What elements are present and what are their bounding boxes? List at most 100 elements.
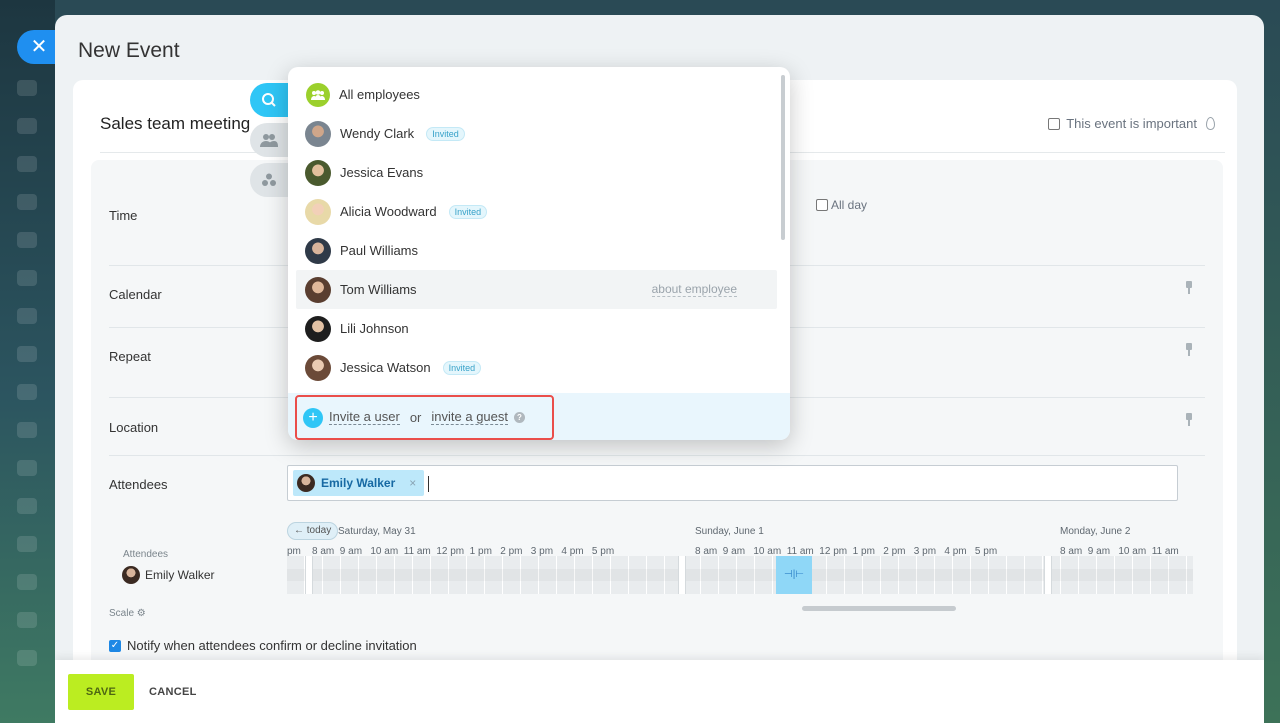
background-menu-icon — [17, 346, 37, 362]
save-button[interactable]: SAVE — [68, 674, 134, 710]
item-name: Lili Johnson — [340, 321, 409, 336]
attendees-label: Attendees — [109, 477, 168, 492]
avatar — [305, 315, 331, 342]
day-gap — [305, 556, 313, 594]
event-name-field[interactable]: Sales team meeting — [100, 114, 250, 134]
background-menu-icon — [17, 650, 37, 666]
background-sidebar — [0, 0, 55, 723]
important-checkbox[interactable] — [1048, 117, 1061, 130]
scale-label: Scale — [109, 608, 135, 619]
background-menu-icon — [17, 308, 37, 324]
item-name: Paul Williams — [340, 243, 419, 258]
background-menu-icon — [17, 80, 37, 96]
invite-guest-link[interactable]: invite a guest — [431, 410, 508, 425]
footer-bar: SAVE CANCEL — [55, 660, 1264, 723]
selected-time-slot[interactable]: ⊣|⊢ — [776, 556, 812, 594]
item-name: Jessica Watson — [340, 360, 431, 375]
background-menu-icon — [17, 194, 37, 210]
location-label: Location — [109, 420, 159, 435]
background-menu-icon — [17, 384, 37, 400]
schedule-scrollbar[interactable] — [802, 606, 956, 611]
all-day-checkbox[interactable] — [816, 199, 828, 211]
pin-icon[interactable] — [1185, 343, 1193, 356]
schedule-attendee-name: Emily Walker — [145, 568, 215, 582]
background-menu-icon — [17, 536, 37, 552]
item-name: Tom Williams — [340, 282, 417, 297]
background-menu-icon — [17, 574, 37, 590]
background-menu-icon — [17, 156, 37, 172]
list-item[interactable]: Wendy Clark Invited — [296, 114, 777, 153]
cancel-button[interactable]: CANCEL — [149, 674, 197, 710]
help-icon[interactable]: ? — [514, 412, 525, 423]
text-caret — [428, 476, 429, 492]
schedule-date: Saturday, May 31 — [338, 526, 416, 537]
scale-control[interactable]: Scale ⚙ — [109, 608, 146, 619]
all-day-toggle[interactable]: All day — [816, 198, 867, 212]
or-text: or — [409, 410, 422, 425]
background-menu-icon — [17, 270, 37, 286]
popup-scrollbar[interactable] — [781, 75, 785, 240]
attendee-selector-popup: All employees Wendy Clark Invited Jessic… — [288, 67, 790, 440]
schedule-date: Sunday, June 1 — [695, 526, 764, 537]
day-gap — [678, 556, 686, 594]
invite-actions: + Invite a user or invite a guest ? — [295, 395, 554, 440]
grid-band — [287, 569, 1193, 581]
pin-icon[interactable] — [1185, 413, 1193, 426]
day-gap — [1044, 556, 1052, 594]
item-name: Jessica Evans — [340, 165, 424, 180]
repeat-label: Repeat — [109, 349, 151, 364]
avatar — [305, 198, 331, 225]
flame-icon — [1206, 117, 1215, 130]
schedule-grid[interactable]: ⊣|⊢ — [287, 556, 1193, 594]
list-item[interactable]: Jessica Watson Invited — [296, 348, 777, 387]
invited-badge: Invited — [442, 360, 482, 375]
schedule-attendee: Emily Walker — [122, 566, 215, 584]
attendees-input[interactable]: Emily Walker × — [287, 465, 1178, 501]
departments-tab[interactable] — [250, 163, 288, 197]
schedule-date: Monday, June 2 — [1060, 526, 1131, 537]
background-menu-icon — [17, 612, 37, 628]
about-employee-link[interactable]: about employee — [651, 282, 737, 297]
list-item[interactable]: Lili Johnson — [296, 309, 777, 348]
avatar — [305, 276, 331, 303]
notify-toggle[interactable]: ✓ Notify when attendees confirm or decli… — [109, 638, 417, 653]
avatar — [297, 474, 315, 492]
search-tab[interactable] — [250, 83, 288, 117]
page-title: New Event — [78, 39, 180, 62]
invite-user-link[interactable]: Invite a user — [329, 410, 400, 425]
today-button[interactable]: ← today — [287, 522, 339, 540]
important-label: This event is important — [1066, 116, 1197, 131]
search-icon — [262, 93, 276, 107]
background-menu-icon — [17, 118, 37, 134]
users-tab[interactable] — [250, 123, 288, 157]
background-menu-icon — [17, 498, 37, 514]
avatar — [305, 120, 331, 147]
attendee-chip[interactable]: Emily Walker × — [293, 470, 425, 496]
plus-icon[interactable]: + — [303, 407, 323, 428]
item-name: All employees — [339, 87, 420, 102]
time-label: Time — [109, 208, 138, 223]
background-menu-icon — [17, 232, 37, 248]
important-toggle[interactable]: This event is important — [1048, 116, 1215, 131]
calendar-label: Calendar — [109, 287, 162, 302]
departments-icon — [262, 173, 276, 186]
list-item[interactable]: All employees — [296, 75, 777, 114]
list-item[interactable]: Jessica Evans — [296, 153, 777, 192]
item-name: Alicia Woodward — [340, 204, 437, 219]
list-item[interactable]: Paul Williams — [296, 231, 777, 270]
close-slider-button[interactable]: ✕ — [17, 30, 57, 64]
list-item[interactable]: Alicia Woodward Invited — [296, 192, 777, 231]
avatar — [122, 566, 140, 584]
invited-badge: Invited — [426, 126, 465, 141]
avatar — [305, 237, 331, 264]
notify-label: Notify when attendees confirm or decline… — [127, 638, 417, 653]
list-item[interactable]: Tom Williams about employee — [296, 270, 777, 309]
remove-attendee-icon[interactable]: × — [409, 476, 416, 490]
notify-checkbox[interactable]: ✓ — [109, 639, 121, 652]
popup-footer: + Invite a user or invite a guest ? — [288, 393, 790, 440]
pin-icon[interactable] — [1185, 281, 1193, 294]
schedule-attendees-heading: Attendees — [123, 549, 169, 560]
invited-badge: Invited — [448, 204, 488, 219]
gear-icon: ⚙ — [136, 608, 146, 619]
attendee-list: All employees Wendy Clark Invited Jessic… — [296, 75, 777, 387]
